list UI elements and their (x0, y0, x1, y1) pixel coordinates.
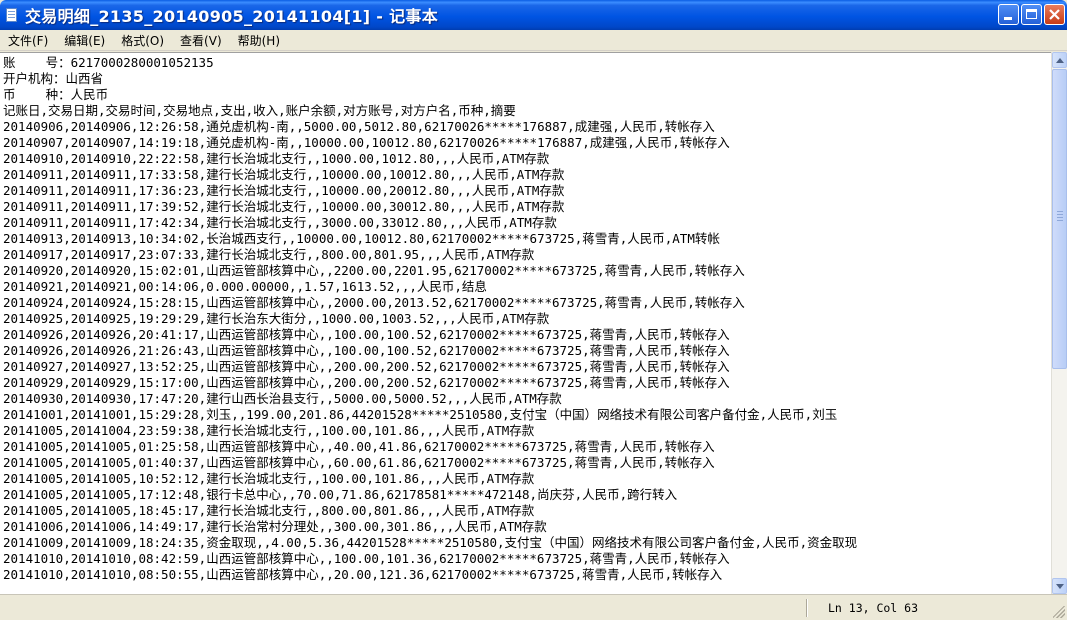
text-line: 20140921,20140921,00:14:06,0.000.00000,,… (3, 279, 487, 294)
status-bar: Ln 13, Col 63 (0, 594, 1067, 620)
text-line: 20141005,20141005,10:52:12,建行长治城北支行,,100… (3, 471, 535, 486)
text-line: 20140911,20140911,17:39:52,建行长治城北支行,,100… (3, 199, 565, 214)
notepad-icon[interactable] (4, 7, 20, 23)
maximize-icon (1026, 9, 1037, 19)
text-line: 20141010,20141010,08:50:55,山西运管部核算中心,,20… (3, 567, 723, 582)
vertical-scrollbar[interactable] (1051, 52, 1067, 594)
text-line: 20140920,20140920,15:02:01,山西运管部核算中心,,22… (3, 263, 745, 278)
text-line: 20141010,20141010,08:42:59,山西运管部核算中心,,10… (3, 551, 730, 566)
maximize-button[interactable] (1021, 4, 1042, 25)
scroll-down-button[interactable] (1052, 578, 1067, 594)
window-title: 交易明细_2135_20140905_20141104[1] - 记事本 (25, 7, 438, 26)
text-line: 20140911,20140911,17:42:34,建行长治城北支行,,300… (3, 215, 557, 230)
resize-grip-icon[interactable] (1053, 606, 1065, 618)
text-line: 开户机构：山西省 (3, 71, 104, 86)
text-line: 币 种：人民币 (3, 87, 109, 102)
menu-bar: 文件(F) 编辑(E) 格式(O) 查看(V) 帮助(H) (0, 30, 1067, 51)
arrow-up-icon (1056, 58, 1064, 63)
text-line: 20141005,20141005,01:25:58,山西运管部核算中心,,40… (3, 439, 715, 454)
text-line: 20141009,20141009,18:24:35,资金取现,,4.00,5.… (3, 535, 858, 550)
text-line: 20141006,20141006,14:49:17,建行长治常村分理处,,30… (3, 519, 547, 534)
menu-edit[interactable]: 编辑(E) (56, 32, 113, 49)
text-line: 记账日,交易日期,交易时间,交易地点,支出,收入,账户余额,对方账号,对方户名,… (3, 103, 516, 118)
arrow-down-icon (1056, 584, 1064, 589)
menu-file[interactable]: 文件(F) (0, 32, 56, 49)
text-line: 20140924,20140924,15:28:15,山西运管部核算中心,,20… (3, 295, 745, 310)
caption-buttons (996, 4, 1065, 25)
text-line: 20140910,20140910,22:22:58,建行长治城北支行,,100… (3, 151, 550, 166)
text-line: 20140917,20140917,23:07:33,建行长治城北支行,,800… (3, 247, 535, 262)
text-line: 20141005,20141005,01:40:37,山西运管部核算中心,,60… (3, 455, 715, 470)
text-line: 20141005,20141004,23:59:38,建行长治城北支行,,100… (3, 423, 535, 438)
text-line: 20140926,20140926,20:41:17,山西运管部核算中心,,10… (3, 327, 730, 342)
title-bar[interactable]: 交易明细_2135_20140905_20141104[1] - 记事本 (0, 0, 1067, 30)
text-line: 20140930,20140930,17:47:20,建行山西长治县支行,,50… (3, 391, 562, 406)
text-line: 20141005,20141005,17:12:48,银行卡总中心,,70.00… (3, 487, 678, 502)
text-editor-area[interactable]: 账 号：6217000280001052135 开户机构：山西省 币 种：人民币… (0, 52, 1051, 594)
text-line: 账 号：6217000280001052135 (3, 55, 214, 70)
minimize-button[interactable] (998, 4, 1019, 25)
text-line: 20140927,20140927,13:52:25,山西运管部核算中心,,20… (3, 359, 730, 374)
scroll-up-button[interactable] (1052, 52, 1067, 68)
minimize-icon (1004, 17, 1012, 20)
document-text[interactable]: 账 号：6217000280001052135 开户机构：山西省 币 种：人民币… (0, 53, 1051, 583)
text-line: 20141005,20141005,18:45:17,建行长治城北支行,,800… (3, 503, 535, 518)
text-line: 20140911,20140911,17:33:58,建行长治城北支行,,100… (3, 167, 565, 182)
cursor-position: Ln 13, Col 63 (828, 601, 919, 615)
notepad-window: 交易明细_2135_20140905_20141104[1] - 记事本 文件(… (0, 0, 1067, 620)
text-line: 20141001,20141001,15:29:28,刘玉,,199.00,20… (3, 407, 838, 422)
text-line: 20140907,20140907,14:19:18,通兑虚机构-南,,1000… (3, 135, 730, 150)
menu-help[interactable]: 帮助(H) (230, 32, 288, 49)
status-divider (806, 599, 808, 617)
text-line: 20140913,20140913,10:34:02,长治城西支行,,10000… (3, 231, 720, 246)
menu-format[interactable]: 格式(O) (113, 32, 172, 49)
text-line: 20140929,20140929,15:17:00,山西运管部核算中心,,20… (3, 375, 730, 390)
text-line: 20140925,20140925,19:29:29,建行长治东大街分,,100… (3, 311, 550, 326)
text-line: 20140911,20140911,17:36:23,建行长治城北支行,,100… (3, 183, 565, 198)
close-button[interactable] (1044, 4, 1065, 25)
text-line: 20140906,20140906,12:26:58,通兑虚机构-南,,5000… (3, 119, 715, 134)
text-line: 20140926,20140926,21:26:43,山西运管部核算中心,,10… (3, 343, 730, 358)
scrollbar-thumb[interactable] (1052, 69, 1067, 369)
close-icon (1049, 9, 1060, 20)
menu-view[interactable]: 查看(V) (172, 32, 230, 49)
